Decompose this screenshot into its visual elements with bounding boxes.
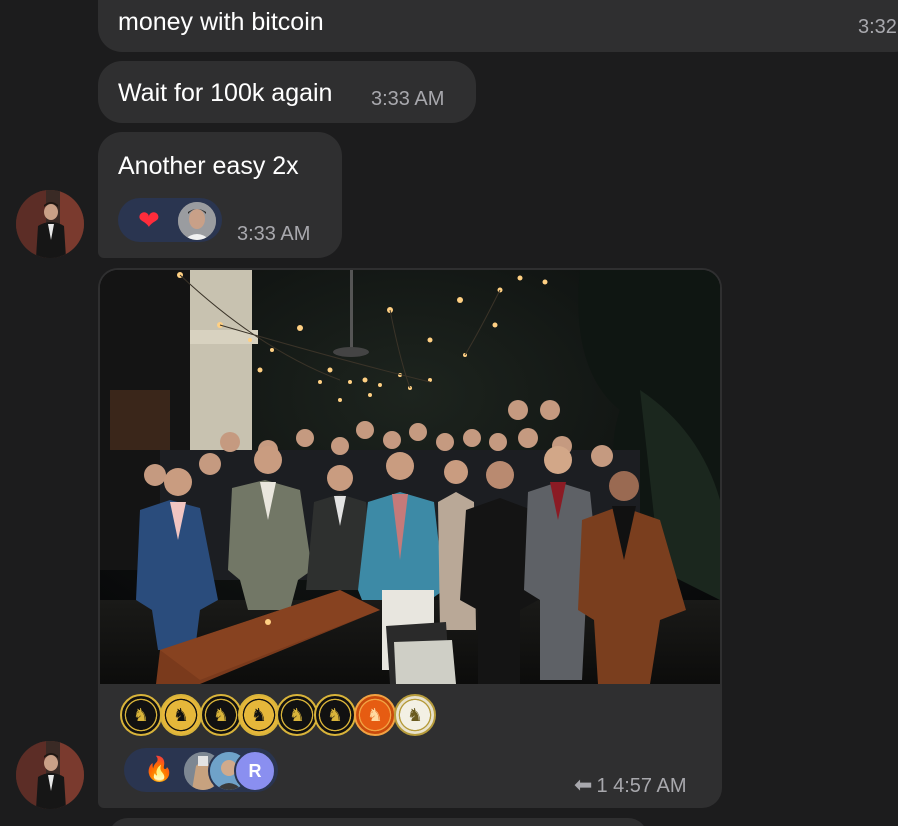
reactor-avatar: R bbox=[234, 750, 276, 792]
reaction-pill[interactable]: 🔥 R bbox=[124, 748, 278, 792]
sender-avatar[interactable] bbox=[16, 190, 84, 258]
reply-count: 1 bbox=[596, 775, 608, 797]
message-time: 3:33 AM bbox=[371, 88, 445, 110]
coin-sticker[interactable]: ♞ bbox=[314, 694, 356, 736]
chat-view: money with bitcoin 3:32 Wait for 100k ag… bbox=[0, 0, 898, 826]
coin-sticker[interactable]: ♞ bbox=[200, 694, 242, 736]
reactor-initial: R bbox=[248, 760, 262, 781]
reaction-pill[interactable]: ❤ bbox=[118, 198, 222, 242]
message-text: money with bitcoin bbox=[118, 8, 324, 36]
heart-icon: ❤ bbox=[138, 205, 160, 235]
coin-sticker[interactable]: ♞ bbox=[276, 694, 318, 736]
message-bubble[interactable] bbox=[108, 818, 648, 826]
message-text: Wait for 100k again bbox=[118, 79, 333, 107]
message-bubble[interactable]: money with bitcoin 3:32 bbox=[98, 0, 898, 52]
message-bubble[interactable]: Another easy 2x ❤ 3:33 AM bbox=[98, 132, 342, 258]
fire-icon: 🔥 bbox=[144, 756, 174, 783]
message-text: Another easy 2x bbox=[118, 152, 299, 180]
coin-sticker[interactable]: ♞ bbox=[160, 694, 202, 736]
message-time: 3:33 AM bbox=[237, 223, 311, 245]
coin-sticker[interactable]: ♞ bbox=[394, 694, 436, 736]
message-bubble[interactable]: Wait for 100k again 3:33 AM bbox=[98, 61, 476, 123]
message-time: 4:57 AM bbox=[613, 775, 687, 797]
group-photo[interactable] bbox=[100, 270, 720, 684]
coin-sticker[interactable]: ♞ bbox=[238, 694, 280, 736]
coin-sticker[interactable]: ♞ bbox=[354, 694, 396, 736]
reply-arrow-icon: ⬅ bbox=[574, 772, 593, 797]
sender-avatar[interactable] bbox=[16, 741, 84, 809]
coin-sticker[interactable]: ♞ bbox=[120, 694, 162, 736]
message-time: 3:32 bbox=[858, 16, 897, 38]
reply-info[interactable]: ⬅ 1 4:57 AM bbox=[574, 772, 687, 798]
reactor-avatar bbox=[176, 200, 218, 242]
